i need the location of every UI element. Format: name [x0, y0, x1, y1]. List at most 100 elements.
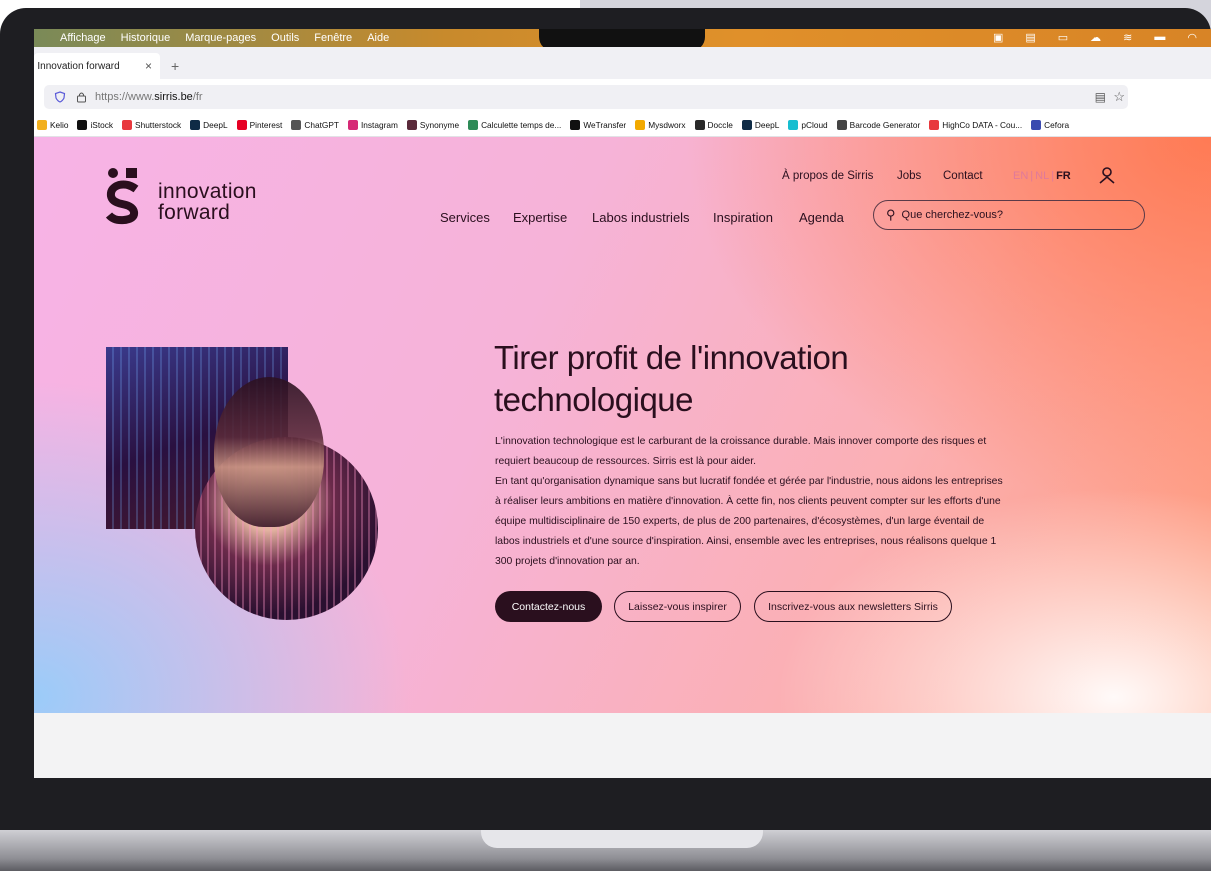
bookmark-item[interactable]: Pinterest [236, 120, 283, 130]
bookmark-item[interactable]: Cefora [1031, 120, 1069, 130]
sync-icon[interactable]: ≋ [1123, 31, 1132, 44]
shield-icon[interactable] [54, 91, 66, 103]
bookmark-item[interactable]: Mysdworx [635, 120, 686, 130]
bookmark-item[interactable]: Instagram [347, 120, 398, 130]
menu-marque-pages[interactable]: Marque-pages [185, 32, 256, 44]
bookmark-item[interactable]: HighCo DATA - Cou... [929, 120, 1022, 130]
nav-expertise[interactable]: Expertise [513, 210, 567, 225]
bookmark-item[interactable]: WeTransfer [570, 120, 626, 130]
bookmark-item[interactable]: DeepL [741, 120, 780, 130]
tab-title: | Innovation forward [34, 60, 120, 72]
menu-affichage[interactable]: Affichage [60, 32, 106, 44]
bookmark-label: Pinterest [249, 120, 283, 130]
bookmark-item[interactable]: Kelio [37, 120, 68, 130]
url-text: https://www.sirris.be/fr [95, 91, 203, 103]
bookmark-favicon-icon [570, 120, 581, 130]
new-tab-button[interactable]: + [171, 58, 179, 74]
bookmark-item[interactable]: Doccle [694, 120, 733, 130]
wifi-icon[interactable]: ◠ [1187, 31, 1197, 44]
bookmark-label: Kelio [50, 120, 69, 130]
nav-inspiration[interactable]: Inspiration [713, 210, 773, 225]
close-tab-icon[interactable]: × [145, 59, 152, 73]
bookmark-item[interactable]: pCloud [788, 120, 828, 130]
bookmark-item[interactable]: Shutterstock [122, 120, 181, 130]
bookmark-label: Barcode Generator [849, 120, 921, 130]
menu-aide[interactable]: Aide [367, 32, 389, 44]
display-icon[interactable]: ▭ [1058, 31, 1068, 44]
bookmark-favicon-icon [836, 120, 847, 130]
bookmark-item[interactable]: Barcode Generator [836, 120, 921, 130]
nav-services[interactable]: Services [440, 210, 490, 225]
nav-agenda[interactable]: Agenda [799, 210, 844, 225]
url-domain: sirris.be [154, 91, 193, 103]
bookmark-label: Doccle [707, 120, 733, 130]
menu-outils[interactable]: Outils [271, 32, 299, 44]
bookmark-favicon-icon [929, 120, 940, 130]
search-input[interactable]: ⚲ Que cherchez-vous? [873, 200, 1145, 230]
nav-labos-industriels[interactable]: Labos industriels [592, 210, 690, 225]
bookmark-favicon-icon [1031, 120, 1042, 130]
logo-text[interactable]: innovation forward [158, 181, 257, 223]
bookmark-favicon-icon [635, 120, 646, 130]
reader-view-icon[interactable]: ▤ [1095, 90, 1106, 104]
bookmark-label: iStock [90, 120, 114, 130]
language-switcher: EN | NL | FR [1013, 170, 1071, 182]
outlook-icon[interactable]: ▤ [1025, 31, 1035, 44]
lang-en[interactable]: EN [1013, 170, 1028, 182]
bookmark-favicon-icon [37, 120, 47, 130]
bookmark-favicon-icon [788, 120, 799, 130]
bookmark-item[interactable]: DeepL [190, 120, 228, 130]
newsletter-button[interactable]: Inscrivez-vous aux newsletters Sirris [754, 591, 952, 622]
cloud-icon[interactable]: ☁ [1090, 31, 1101, 44]
bookmark-item[interactable]: Synonyme [406, 120, 460, 130]
tab-bar: | Innovation forward × + [34, 47, 1211, 79]
bookmark-favicon-icon [122, 120, 133, 130]
menu-fenetre[interactable]: Fenêtre [314, 32, 352, 44]
bookmark-label: Calculette temps de... [481, 120, 562, 130]
user-account-icon[interactable] [1098, 166, 1116, 184]
url-prefix: https://www. [95, 91, 155, 103]
address-bar[interactable]: https://www.sirris.be/fr ▤ ☆ [44, 85, 1128, 109]
bookmarks-bar: Kelio iStock Shutterstock DeepL Pinterest Cha… [34, 114, 1211, 137]
hero-section: innovation forward À propos de Sirris Jo… [34, 137, 1211, 713]
lang-nl[interactable]: NL [1035, 170, 1049, 182]
bookmark-label: pCloud [801, 120, 828, 130]
url-path: /fr [192, 91, 203, 103]
bookmark-label: DeepL [754, 120, 780, 130]
link-jobs[interactable]: Jobs [897, 170, 921, 182]
search-icon: ⚲ [886, 207, 896, 222]
bookmark-favicon-icon [77, 120, 88, 130]
lang-fr[interactable]: FR [1056, 170, 1071, 182]
bookmark-label: HighCo DATA - Cou... [942, 120, 1023, 130]
bookmark-favicon-icon [741, 120, 752, 130]
bookmark-label: Synonyme [419, 120, 460, 130]
bookmark-label: Mysdworx [648, 120, 686, 130]
teams-icon[interactable]: ▣ [993, 31, 1003, 44]
battery-icon[interactable]: ▬ [1154, 31, 1165, 44]
url-row: https://www.sirris.be/fr ▤ ☆ [34, 79, 1211, 114]
bookmark-item[interactable]: ChatGPT [291, 120, 339, 130]
bookmark-label: Instagram [360, 120, 398, 130]
inspire-button[interactable]: Laissez-vous inspirer [614, 591, 741, 622]
bookmark-favicon-icon [236, 120, 247, 130]
laptop-screen: Affichage Historique Marque-pages Outils… [34, 29, 1211, 778]
hero-title: Tirer profit de l'innovation technologiq… [494, 339, 849, 418]
bookmark-item[interactable]: Calculette temps de... [468, 120, 561, 130]
tab-active[interactable]: | Innovation forward × [34, 53, 160, 79]
bookmark-star-icon[interactable]: ☆ [1113, 89, 1125, 105]
bookmark-label: Cefora [1044, 120, 1070, 130]
menu-historique[interactable]: Historique [121, 32, 171, 44]
lang-separator: | [1051, 170, 1055, 182]
hero-paragraph-2: En tant qu'organisation dynamique sans b… [495, 476, 1003, 567]
link-a-propos[interactable]: À propos de Sirris [782, 170, 873, 182]
lang-separator: | [1030, 170, 1034, 182]
contact-button[interactable]: Contactez-nous [495, 591, 602, 622]
sirris-logo-icon[interactable] [106, 167, 140, 225]
link-contact[interactable]: Contact [943, 170, 983, 182]
lock-icon[interactable] [76, 91, 87, 103]
logo-line-2: forward [158, 201, 231, 224]
bookmark-item[interactable]: iStock [77, 120, 113, 130]
hero-description: L'innovation technologique est le carbur… [495, 432, 1003, 572]
bookmark-favicon-icon [190, 120, 201, 130]
laptop-base-notch [481, 830, 763, 848]
